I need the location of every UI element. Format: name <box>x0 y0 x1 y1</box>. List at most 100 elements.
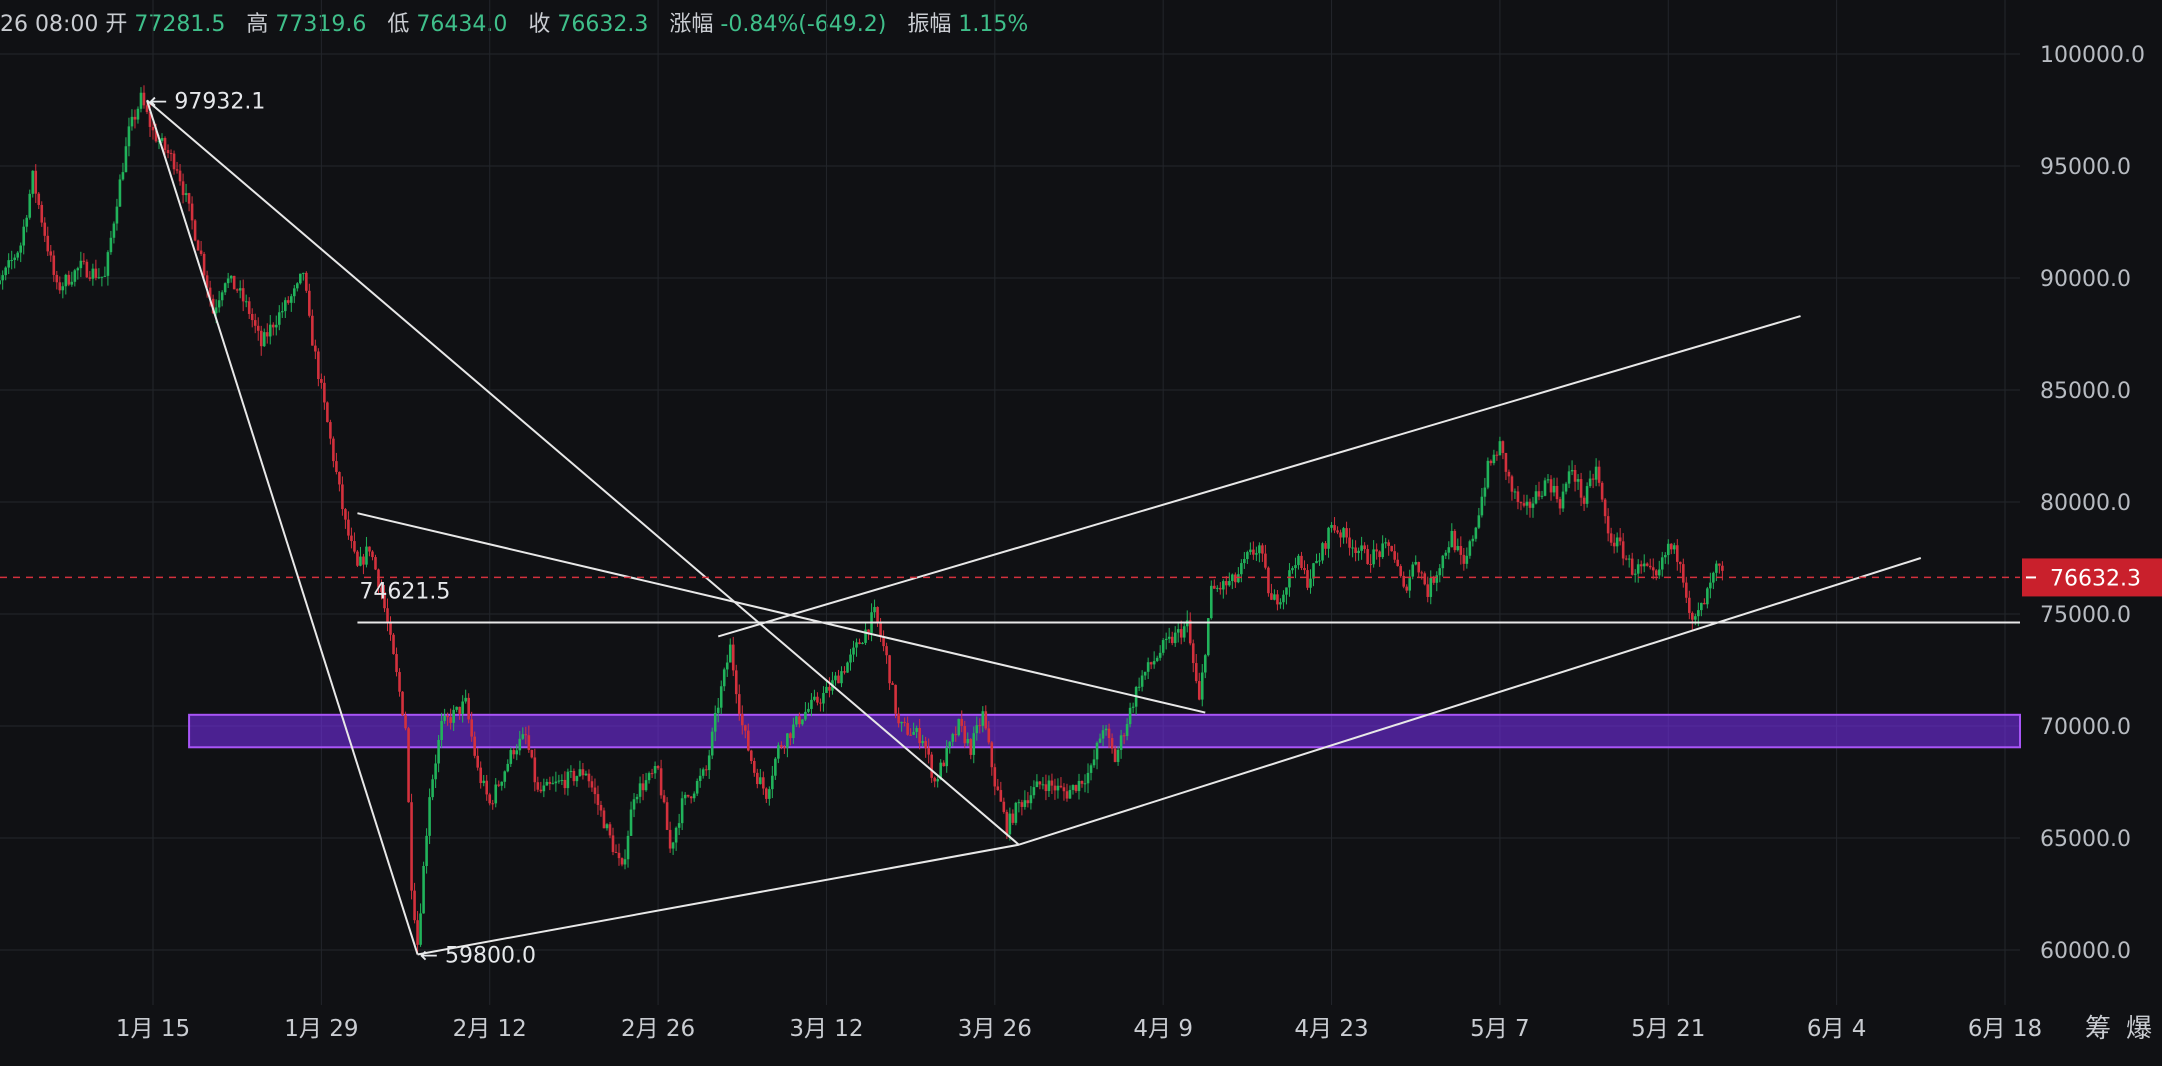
candle-body <box>1086 772 1090 784</box>
candle-body <box>323 382 326 403</box>
candle-body <box>13 257 17 260</box>
price-chart[interactable]: 74621.5 ← 97932.1 ← 59800.0 60000.0 65000.0… <box>0 0 2162 1066</box>
candle-body <box>614 852 618 854</box>
trend-line <box>717 315 1801 638</box>
candle-body <box>746 730 750 751</box>
candle-body <box>404 715 407 729</box>
candle-body <box>930 754 933 778</box>
candle-body <box>1017 802 1021 804</box>
candle-body <box>1324 543 1327 549</box>
candle-body <box>262 332 266 347</box>
date-tick-label: 3月 12 <box>789 1016 863 1042</box>
candle-body <box>58 282 62 291</box>
candle-body <box>593 787 597 795</box>
candle-body <box>1534 491 1538 504</box>
candle-body <box>641 783 645 791</box>
candle-body <box>1654 570 1658 576</box>
candle-body <box>127 126 131 147</box>
candle-body <box>365 546 368 565</box>
candle-body <box>1140 675 1144 687</box>
candle-body <box>1438 568 1442 576</box>
price-tick-label: 85000.0 <box>2040 379 2131 404</box>
candle-body <box>1408 576 1412 591</box>
candle-body <box>1678 561 1682 565</box>
candle-body <box>305 272 308 291</box>
candle-body <box>1636 564 1640 574</box>
candle-body <box>422 866 425 914</box>
candle-body <box>1255 553 1258 555</box>
candle-body <box>1441 555 1445 569</box>
candle-body <box>1615 537 1619 547</box>
candle-body <box>1228 581 1231 586</box>
candle-body <box>497 784 501 786</box>
candle-body <box>178 170 182 182</box>
candle-body <box>834 675 837 681</box>
candle-body <box>840 671 843 684</box>
candle-body <box>635 796 639 800</box>
candle-body <box>1540 495 1544 497</box>
candle-body <box>1546 479 1550 481</box>
candle-body <box>1516 491 1520 503</box>
candle-body <box>1092 759 1096 766</box>
candle-body <box>70 281 74 285</box>
candle-body <box>1375 549 1378 552</box>
candle-body <box>1261 545 1264 554</box>
candle-body <box>1143 671 1147 676</box>
candle-body <box>1525 501 1529 506</box>
candle-body <box>1206 618 1210 656</box>
candle-body <box>524 734 528 736</box>
candle-body <box>951 734 955 742</box>
candle-body <box>1582 497 1586 504</box>
candle-body <box>1633 573 1637 575</box>
candle-body <box>768 789 771 799</box>
candle-body <box>1173 632 1177 644</box>
candle-body <box>392 634 395 655</box>
candle-body <box>1504 452 1508 472</box>
candle-body <box>1663 555 1667 558</box>
candle-body <box>1104 728 1108 731</box>
candle-body <box>1131 706 1135 708</box>
candle-body <box>76 268 80 271</box>
candle-body <box>662 795 666 803</box>
chips-tool[interactable]: 筹 <box>2085 1014 2111 1044</box>
candle-body <box>1432 577 1436 583</box>
candle-body <box>34 170 38 194</box>
candle-body <box>849 654 852 663</box>
candle-body <box>978 725 982 727</box>
candle-body <box>1158 652 1162 658</box>
candle-body <box>1700 602 1703 611</box>
candle-body <box>828 686 831 691</box>
burst-tool[interactable]: 爆 <box>2126 1014 2152 1044</box>
candle-body <box>398 672 401 692</box>
high-annotation: ← 97932.1 <box>149 89 265 114</box>
candle-body <box>506 763 510 772</box>
candle-body <box>1396 559 1399 567</box>
candle-body <box>783 747 786 749</box>
candle-body <box>813 696 816 700</box>
support-zone <box>188 713 2022 749</box>
candle-body <box>274 324 278 328</box>
candle-body <box>1651 567 1655 571</box>
candle-body <box>915 727 918 732</box>
candle-body <box>819 702 822 704</box>
candle-body <box>954 734 958 736</box>
candle-body <box>1390 545 1393 552</box>
candle-body <box>1089 765 1093 773</box>
candle-body <box>88 277 92 279</box>
candle-body <box>680 798 684 824</box>
candle-body <box>1243 559 1246 564</box>
candle-body <box>1624 558 1628 560</box>
candle-body <box>1456 546 1460 551</box>
candle-body <box>1237 574 1240 583</box>
candle-body <box>1080 780 1084 784</box>
candle-body <box>629 809 633 836</box>
candle-body <box>443 715 446 721</box>
candle-body <box>277 312 281 325</box>
candle-body <box>341 484 344 510</box>
candle-body <box>1585 486 1589 504</box>
candle-body <box>1249 549 1252 553</box>
candle-body <box>921 741 924 744</box>
candle-body <box>1300 555 1303 569</box>
candle-body <box>289 296 293 303</box>
candle-body <box>1014 802 1018 823</box>
